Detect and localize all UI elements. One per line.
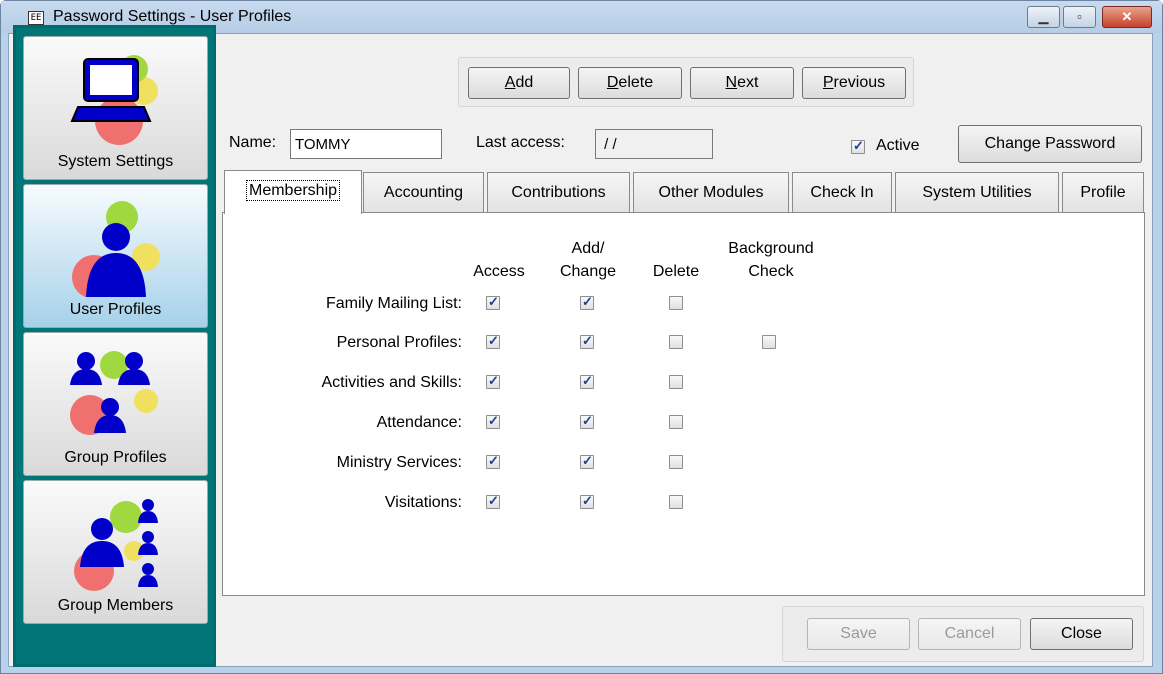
previous-button[interactable]: Previous	[802, 67, 906, 99]
col-header-background-line2: Check	[748, 263, 794, 280]
sidebar: System Settings User Profiles Group Prof…	[13, 25, 216, 667]
activities-skills-access-checkbox[interactable]	[486, 373, 500, 389]
row-labels: Family Mailing List: Personal Profiles: …	[230, 292, 463, 532]
sidebar-item-user-profiles[interactable]: User Profiles	[23, 184, 208, 328]
sidebar-item-label: User Profiles	[69, 301, 162, 318]
maximize-button[interactable]: ▫	[1063, 6, 1096, 28]
tab-check-in[interactable]: Check In	[792, 172, 892, 213]
sidebar-item-label: Group Profiles	[64, 449, 167, 466]
sidebar-item-group-profiles[interactable]: Group Profiles	[23, 332, 208, 476]
active-checkbox[interactable]	[851, 138, 865, 154]
attendance-change-checkbox[interactable]	[580, 413, 594, 429]
name-field[interactable]: TOMMY	[290, 129, 442, 159]
col-header-delete: Delete	[652, 263, 700, 280]
col-header-add-change-line1: Add/	[571, 240, 605, 257]
sidebar-item-label: Group Members	[57, 597, 174, 614]
minimize-button[interactable]: ▁	[1027, 6, 1060, 28]
ministry-services-change-checkbox[interactable]	[580, 453, 594, 469]
user-gear-icon	[72, 201, 160, 297]
row-label-ministry-services: Ministry Services:	[336, 454, 462, 471]
name-label: Name:	[229, 134, 277, 151]
col-header-background-line1: Background	[728, 240, 814, 257]
tab-other-modules[interactable]: Other Modules	[633, 172, 789, 213]
tab-accounting[interactable]: Accounting	[363, 172, 484, 213]
personal-profiles-access-checkbox[interactable]	[486, 333, 500, 349]
personal-profiles-delete-checkbox[interactable]	[669, 335, 683, 349]
last-access-label: Last access:	[476, 134, 565, 151]
tab-label: Membership	[245, 180, 341, 201]
sidebar-item-label: System Settings	[57, 153, 174, 170]
ministry-services-access-checkbox[interactable]	[486, 453, 500, 469]
activities-skills-change-checkbox[interactable]	[580, 373, 594, 389]
add-button[interactable]: Add	[468, 67, 570, 99]
delete-button[interactable]: Delete	[578, 67, 682, 99]
visitations-access-checkbox[interactable]	[486, 493, 500, 509]
window-title: Password Settings - User Profiles	[53, 8, 292, 25]
sidebar-item-system-settings[interactable]: System Settings	[23, 36, 208, 180]
next-button[interactable]: Next	[690, 67, 794, 99]
row-label-personal-profiles: Personal Profiles:	[336, 334, 462, 351]
row-label-family-mailing-list: Family Mailing List:	[325, 295, 462, 312]
active-label: Active	[876, 137, 920, 154]
activities-skills-delete-checkbox[interactable]	[669, 375, 683, 389]
col-header-access: Access	[473, 263, 525, 280]
tab-contributions[interactable]: Contributions	[487, 172, 630, 213]
computer-gear-icon	[70, 55, 158, 145]
col-header-add-change-line2: Change	[559, 263, 617, 280]
attendance-access-checkbox[interactable]	[486, 413, 500, 429]
close-window-button[interactable]: ✕	[1102, 6, 1152, 28]
group-gear-icon	[70, 351, 158, 435]
attendance-delete-checkbox[interactable]	[669, 415, 683, 429]
personal-profiles-change-checkbox[interactable]	[580, 333, 594, 349]
sidebar-item-group-members[interactable]: Group Members	[23, 480, 208, 624]
close-button[interactable]: Close	[1030, 618, 1133, 650]
row-label-attendance: Attendance:	[376, 414, 462, 431]
visitations-change-checkbox[interactable]	[580, 493, 594, 509]
tab-profile[interactable]: Profile	[1062, 172, 1144, 213]
visitations-delete-checkbox[interactable]	[669, 495, 683, 509]
row-label-activities-and-skills: Activities and Skills:	[321, 374, 463, 391]
app-icon: EE	[28, 11, 44, 25]
group-members-icon	[74, 499, 158, 591]
last-access-field: / /	[595, 129, 713, 159]
row-label-visitations: Visitations:	[384, 494, 462, 511]
cancel-button[interactable]: Cancel	[918, 618, 1021, 650]
family-mailing-list-delete-checkbox[interactable]	[669, 296, 683, 310]
personal-profiles-background-check-checkbox[interactable]	[762, 335, 776, 349]
family-mailing-list-access-checkbox[interactable]	[486, 294, 500, 310]
tab-system-utilities[interactable]: System Utilities	[895, 172, 1059, 213]
family-mailing-list-change-checkbox[interactable]	[580, 294, 594, 310]
change-password-button[interactable]: Change Password	[958, 125, 1142, 163]
tab-membership[interactable]: Membership	[224, 170, 362, 214]
save-button[interactable]: Save	[807, 618, 910, 650]
ministry-services-delete-checkbox[interactable]	[669, 455, 683, 469]
